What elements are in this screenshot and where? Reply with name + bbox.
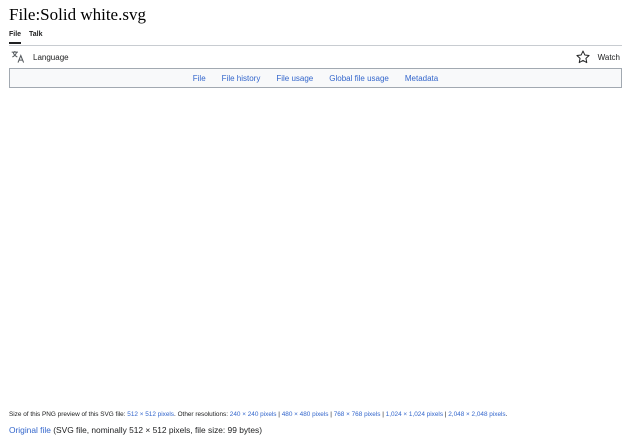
page-title: File:Solid white.svg <box>9 5 146 24</box>
toc-link-global-file-usage[interactable]: Global file usage <box>329 74 389 83</box>
tab-talk[interactable]: Talk <box>29 29 43 44</box>
page-toolbar: Language Watch <box>9 46 622 68</box>
toc-link-metadata[interactable]: Metadata <box>405 74 438 83</box>
file-size-info: Size of this PNG preview of this SVG fil… <box>9 410 507 419</box>
language-button[interactable]: Language <box>11 49 69 65</box>
watch-button[interactable]: Watch <box>576 49 620 65</box>
tab-file[interactable]: File <box>9 29 22 44</box>
language-label: Language <box>33 52 69 62</box>
preview-prefix: Size of this PNG preview of this SVG fil… <box>9 411 128 418</box>
resolution-link-1024[interactable]: 1,024 × 1,024 pixels <box>386 411 443 418</box>
preview-size-link[interactable]: 512 × 512 pixels <box>127 411 174 418</box>
star-icon <box>576 50 590 64</box>
translate-icon <box>11 50 25 64</box>
file-preview-image[interactable] <box>9 92 622 402</box>
namespace-tabs: File Talk <box>9 29 622 46</box>
file-toc: File File history File usage Global file… <box>9 68 622 88</box>
original-file-link[interactable]: Original file <box>9 425 51 435</box>
resolution-link-480[interactable]: 480 × 480 pixels <box>282 411 329 418</box>
end-punctuation: . <box>505 411 508 418</box>
toc-link-file-usage[interactable]: File usage <box>276 74 313 83</box>
original-file-info: Original file (SVG file, nominally 512 ×… <box>9 425 262 436</box>
toc-link-file[interactable]: File <box>193 74 206 83</box>
resolution-link-240[interactable]: 240 × 240 pixels <box>230 411 277 418</box>
resolution-link-2048[interactable]: 2,048 × 2,048 pixels <box>448 411 505 418</box>
other-resolutions-prefix: . Other resolutions: <box>174 411 230 418</box>
original-file-description: (SVG file, nominally 512 × 512 pixels, f… <box>50 425 263 435</box>
resolution-link-768[interactable]: 768 × 768 pixels <box>334 411 381 418</box>
toc-link-file-history[interactable]: File history <box>222 74 261 83</box>
watch-label: Watch <box>597 52 620 62</box>
